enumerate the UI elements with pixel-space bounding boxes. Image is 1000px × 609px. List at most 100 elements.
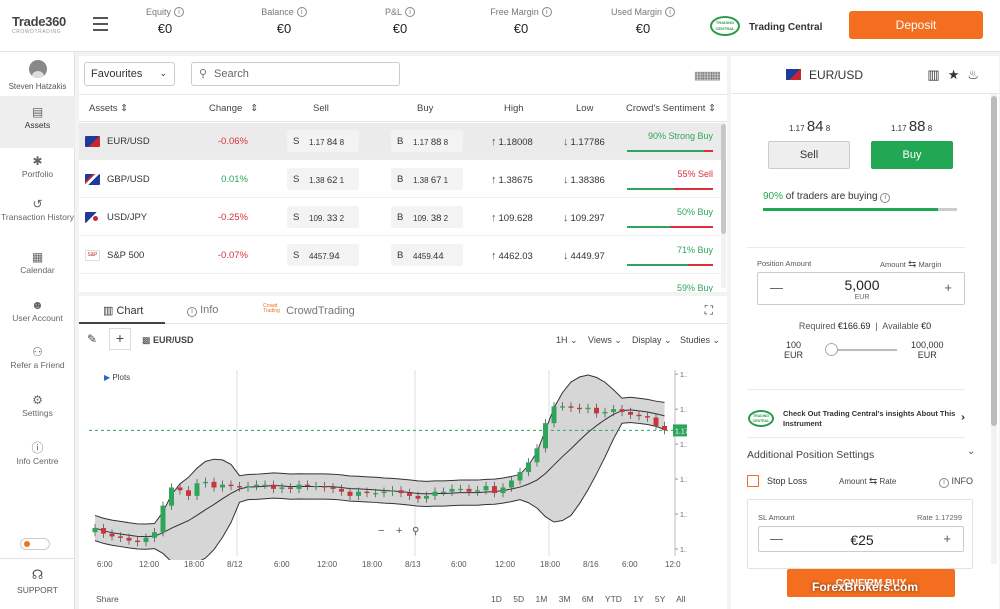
sidebar-item-portfolio[interactable]: ✱ Portfolio [0,155,75,180]
asset-change: -0.06% [217,136,248,147]
fullscreen-icon[interactable]: ⛶ [705,303,713,318]
range-1m[interactable]: 1M [536,594,548,604]
info-icon[interactable]: i [296,7,307,17]
info-icon[interactable]: i [665,7,676,17]
range-ytd[interactable]: YTD [605,594,622,604]
range-buttons[interactable]: 1D 5D 1M 3M 6M YTD 1Y 5Y All [491,594,686,604]
chevrons-right-icon[interactable]: ››› [961,412,965,423]
range-all[interactable]: All [676,594,685,604]
brand-logo[interactable]: Trade360 CROWDTRADING [12,14,66,35]
increase-button[interactable]: + [944,280,952,295]
sidebar-item-info-centre[interactable]: ⓘ Info Centre [0,442,75,467]
sl-amount-rate-switch[interactable]: Amount ⇆ Rate [839,476,896,487]
range-5y[interactable]: 5Y [655,594,665,604]
header-sentiment[interactable]: Crowd's Sentiment ⇕ [626,103,716,114]
zoom-in-icon[interactable]: + [396,525,402,537]
crosshair-icon[interactable]: + [109,328,131,350]
sl-info[interactable]: i INFO [939,476,973,488]
candle [347,491,353,496]
asset-name: USD/JPY [107,212,148,223]
buy-price-button[interactable]: B 1.38 67 1 [391,168,463,190]
favourites-select[interactable]: Favourites ⌄ [84,62,175,86]
table-row[interactable]: GBP/USD 0.01% S 1.38 62 1 B 1.38 67 1 ↑ 1.3… [79,161,721,198]
menu-icon[interactable] [93,17,108,35]
sidebar-item-transaction-history[interactable]: ↺ Transaction History [0,198,75,223]
amount-slider-handle[interactable] [825,343,838,356]
sentiment-bar [627,264,713,266]
chart-panel: ▥ Chart i Info Crowd Trading CrowdTradin… [79,296,727,609]
additional-settings-toggle[interactable]: Additional Position Settings [747,449,874,461]
info-icon[interactable]: i [174,7,184,17]
bell-icon[interactable]: ♨ [967,67,987,82]
tab-crowdtrading[interactable]: Crowd Trading CrowdTrading [263,304,355,318]
theme-toggle[interactable] [20,538,50,550]
support-button[interactable]: ☊ SUPPORT [0,558,75,609]
views-select[interactable]: Views ⌄ [588,335,622,346]
search-input[interactable]: ⚲ Search [191,62,400,86]
share-button[interactable]: Share [96,594,119,604]
pencil-icon[interactable]: ✎ [87,332,97,346]
sidebar-item-label: Info Centre [16,456,59,466]
star-icon[interactable]: ★ [948,67,968,82]
sl-value[interactable]: €25 [759,532,965,548]
assets-scrollbar-thumb[interactable] [721,124,726,234]
tab-chart[interactable]: ▥ Chart [103,304,143,317]
chart-range-bar: Share 1D 5D 1M 3M 6M YTD 1Y 5Y All [79,592,727,609]
header-buy: Buy [417,103,434,114]
studies-select[interactable]: Studies ⌄ [680,335,720,346]
table-row[interactable]: EUR/USD -0.06% S 1.17 84 8 B 1.17 88 8 ↑ 1.… [79,123,721,160]
buy-button[interactable]: Buy [871,141,953,169]
candles-icon[interactable]: ▥ [927,67,947,82]
sidebar-user[interactable]: Steven Hatzakis [0,60,75,91]
plots-toggle[interactable]: ▶ Plots [104,373,130,382]
info-icon[interactable]: i [405,7,415,17]
header-assets[interactable]: Assets ⇕ [89,103,128,114]
info-icon[interactable]: i [880,192,891,203]
sl-amount-stepper[interactable]: — €25 + [758,526,964,552]
buy-price-button[interactable]: B 1.17 88 8 [391,130,463,152]
sell-button[interactable]: Sell [768,141,850,169]
range-1y[interactable]: 1Y [633,594,643,604]
sidebar-item-settings[interactable]: ⚙ Settings [0,394,75,419]
sidebar-item-assets[interactable]: ▤ Assets [0,96,75,148]
trade-scrollbar-thumb[interactable] [991,96,997,426]
amount-value[interactable]: 5,000 [758,277,966,293]
sidebar-item-refer-a-friend[interactable]: ⚇ Refer a Friend [0,346,75,371]
sidebar-item-user-account[interactable]: ☻ User Account [0,299,75,324]
trading-central-insight-link[interactable]: Check Out Trading Central's insights Abo… [783,409,959,429]
increase-button[interactable]: + [943,531,951,546]
deposit-button[interactable]: Deposit [849,11,983,39]
interval-select[interactable]: 1H ⌄ [556,335,578,346]
sell-price-button[interactable]: S 1.38 62 1 [287,168,359,190]
table-row[interactable]: S&P S&P 500 -0.07% S 4457.94 B 4459.44 ↑ 44… [79,237,721,274]
buy-price-button[interactable]: B 4459.44 [391,244,463,266]
zoom-reset-icon[interactable]: ⚲ [412,526,419,537]
table-row[interactable]: 59% Buy [79,275,721,292]
asset-high: ↑ 1.18008 [491,136,533,148]
chart-symbol[interactable]: ▩ EUR/USD [142,335,194,346]
amount-stepper[interactable]: — 5,000 EUR + [757,272,965,305]
buy-price-button[interactable]: B 109. 38 2 [391,206,463,228]
zoom-out-icon[interactable]: − [378,525,384,537]
range-1d[interactable]: 1D [491,594,502,604]
grid-view-icon[interactable]: ▦▦▦ [694,69,721,82]
info-icon[interactable]: i [541,7,552,17]
amount-margin-switch[interactable]: Amount ⇆ Margin [880,259,941,270]
tab-info[interactable]: i Info [187,304,218,317]
candle [466,488,472,492]
trading-central-logo[interactable]: TRADING CENTRAL [710,16,740,36]
chevron-down-icon[interactable]: ⌄ [967,446,975,457]
price-chart[interactable]: ▶ Plots 1.1784800 1.1825 1.1800 1.1775 1.175… [87,366,687,560]
table-row[interactable]: USD/JPY -0.25% S 109. 33 2 B 109. 38 2 ↑ 10… [79,199,721,236]
stop-loss-checkbox[interactable] [747,475,759,487]
sell-price-button[interactable]: S 4457.94 [287,244,359,266]
range-3m[interactable]: 3M [559,594,571,604]
sell-price-button[interactable]: S 1.17 84 8 [287,130,359,152]
sidebar-item-calendar[interactable]: ▦ Calendar [0,251,75,276]
header-change[interactable]: Change ⇕ [209,103,258,114]
display-select[interactable]: Display ⌄ [632,335,672,346]
range-5d[interactable]: 5D [513,594,524,604]
trading-central-link[interactable]: Trading Central [749,22,822,33]
range-6m[interactable]: 6M [582,594,594,604]
sell-price-button[interactable]: S 109. 33 2 [287,206,359,228]
